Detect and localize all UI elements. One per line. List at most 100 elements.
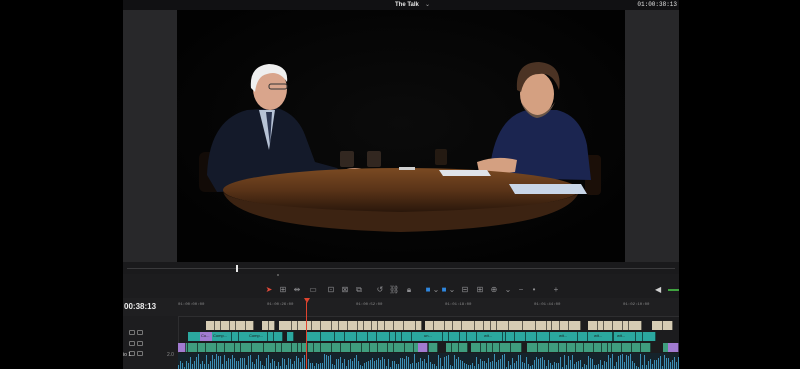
timeline-clip[interactable]: [221, 321, 230, 330]
timeline-clip[interactable]: [332, 321, 339, 330]
zoom-full-icon[interactable]: ⊞: [475, 285, 485, 294]
timeline-clip[interactable]: [453, 321, 462, 330]
timeline-clip[interactable]: [364, 321, 372, 330]
timeline-clip[interactable]: [537, 332, 550, 341]
timeline-clip[interactable]: [497, 321, 509, 330]
timeline-clip[interactable]: [348, 321, 358, 330]
zoom-slider-handle[interactable]: •: [529, 285, 539, 294]
timeline-clip[interactable]: [569, 321, 581, 330]
timeline-clip[interactable]: [377, 332, 390, 341]
timeline-clip[interactable]: [511, 343, 522, 352]
timeline-clip[interactable]: [357, 332, 368, 341]
timeline-clip[interactable]: [467, 332, 477, 341]
chevron-down-icon[interactable]: ⌄: [447, 285, 457, 294]
magnet-icon[interactable]: ↺: [375, 285, 385, 294]
timeline-tracks[interactable]: Co... Comp... Comp... un... wit... wit... wit.…: [178, 316, 679, 369]
timeline-clip[interactable]: [225, 343, 235, 352]
panel-divider-handle[interactable]: [277, 274, 279, 276]
timeline-clip[interactable]: [668, 343, 679, 352]
timeline-clip[interactable]: [500, 343, 511, 352]
timeline-clip[interactable]: [484, 321, 491, 330]
timeline-clip[interactable]: [351, 343, 362, 352]
timeline-clip[interactable]: [632, 343, 641, 352]
timeline-clip[interactable]: [527, 343, 538, 352]
scrub-bar[interactable]: [123, 262, 679, 274]
timeline-clip[interactable]: [362, 343, 370, 352]
timeline-clip[interactable]: [434, 321, 445, 330]
timeline-clip[interactable]: [178, 343, 186, 352]
timeline-clip[interactable]: [306, 332, 321, 341]
timeline-clip[interactable]: [475, 321, 484, 330]
timeline-clip[interactable]: [460, 332, 467, 341]
timeline-clip[interactable]: [405, 343, 414, 352]
timeline-clip[interactable]: [262, 321, 269, 330]
timeline-clip-label[interactable]: wit...: [593, 332, 613, 341]
blade-icon[interactable]: ▭: [308, 285, 318, 294]
timeline-clip[interactable]: [241, 343, 252, 352]
timeline-clip[interactable]: [429, 343, 438, 352]
timeline-view-icon[interactable]: ⊟: [460, 285, 470, 294]
timeline-clip[interactable]: [506, 332, 515, 341]
insert-clip-icon[interactable]: ⊡: [326, 285, 336, 294]
timeline-clip[interactable]: [378, 343, 388, 352]
timeline-clip[interactable]: [321, 343, 332, 352]
timeline-clip[interactable]: [339, 321, 348, 330]
timeline-clip[interactable]: [576, 343, 584, 352]
timeline-timecode[interactable]: 00:38:13: [124, 302, 156, 311]
timeline-clip[interactable]: [612, 343, 622, 352]
speaker-icon[interactable]: ◀︎: [655, 285, 661, 294]
timeline-clip[interactable]: [314, 343, 321, 352]
timeline-clip[interactable]: [552, 321, 560, 330]
timeline-clip[interactable]: [236, 321, 246, 330]
timeline-clip[interactable]: [274, 332, 283, 341]
project-title[interactable]: The Talk: [395, 0, 419, 10]
enable-track-icon[interactable]: [137, 351, 143, 356]
timeline-clip[interactable]: [312, 321, 321, 330]
dynamic-trim-icon[interactable]: ⇹: [292, 285, 302, 294]
timeline-clip[interactable]: [536, 321, 547, 330]
timeline-clip[interactable]: [206, 343, 217, 352]
timeline-clip[interactable]: [560, 321, 569, 330]
timeline-clip[interactable]: [493, 343, 500, 352]
timeline-clip[interactable]: [452, 343, 459, 352]
timeline-clip[interactable]: [378, 321, 385, 330]
timeline-clip[interactable]: [206, 321, 215, 330]
zoom-icon[interactable]: ⊕: [489, 285, 499, 294]
playhead-line[interactable]: [306, 302, 307, 369]
timeline-clip-label[interactable]: wit...: [616, 332, 636, 341]
timeline-clip[interactable]: [643, 332, 656, 341]
link-icon[interactable]: ⛓: [389, 285, 399, 294]
timeline-clip-label[interactable]: Comp...: [212, 332, 232, 341]
timeline-clip[interactable]: [246, 321, 254, 330]
timeline-clip[interactable]: [559, 343, 567, 352]
timeline-clip[interactable]: [523, 321, 536, 330]
video-frame[interactable]: [177, 10, 625, 262]
replace-clip-icon[interactable]: ⧉: [354, 285, 364, 294]
timeline-clip[interactable]: [567, 343, 576, 352]
scrub-handle[interactable]: [236, 265, 238, 272]
timeline-clip[interactable]: [298, 321, 312, 330]
timeline-clip[interactable]: [613, 321, 623, 330]
timeline-clip[interactable]: [368, 332, 377, 341]
timeline-clip[interactable]: [584, 343, 594, 352]
arrow-pointer-icon[interactable]: ➤: [264, 285, 274, 294]
timeline-clip[interactable]: [252, 343, 264, 352]
timeline-clip[interactable]: [402, 332, 412, 341]
lock-icon[interactable]: 🔒︎: [404, 285, 414, 294]
timeline-clip[interactable]: [526, 332, 537, 341]
timeline-clip-label[interactable]: Comp...: [248, 332, 268, 341]
timeline-clip[interactable]: [404, 321, 416, 330]
timeline-clip[interactable]: [604, 321, 613, 330]
timeline-clip[interactable]: [198, 343, 206, 352]
timeline-clip[interactable]: [282, 343, 292, 352]
timeline-clip[interactable]: [471, 343, 481, 352]
timeline-clip[interactable]: [629, 321, 642, 330]
timeline-clip[interactable]: [416, 321, 422, 330]
chevron-down-icon[interactable]: ⌄: [503, 285, 513, 294]
timeline-clip[interactable]: [332, 343, 341, 352]
timeline-clip[interactable]: [394, 343, 405, 352]
timeline-clip[interactable]: [279, 321, 292, 330]
timeline-clip[interactable]: [509, 321, 523, 330]
timeline-clip[interactable]: [267, 332, 274, 341]
timeline-clip[interactable]: [663, 321, 673, 330]
